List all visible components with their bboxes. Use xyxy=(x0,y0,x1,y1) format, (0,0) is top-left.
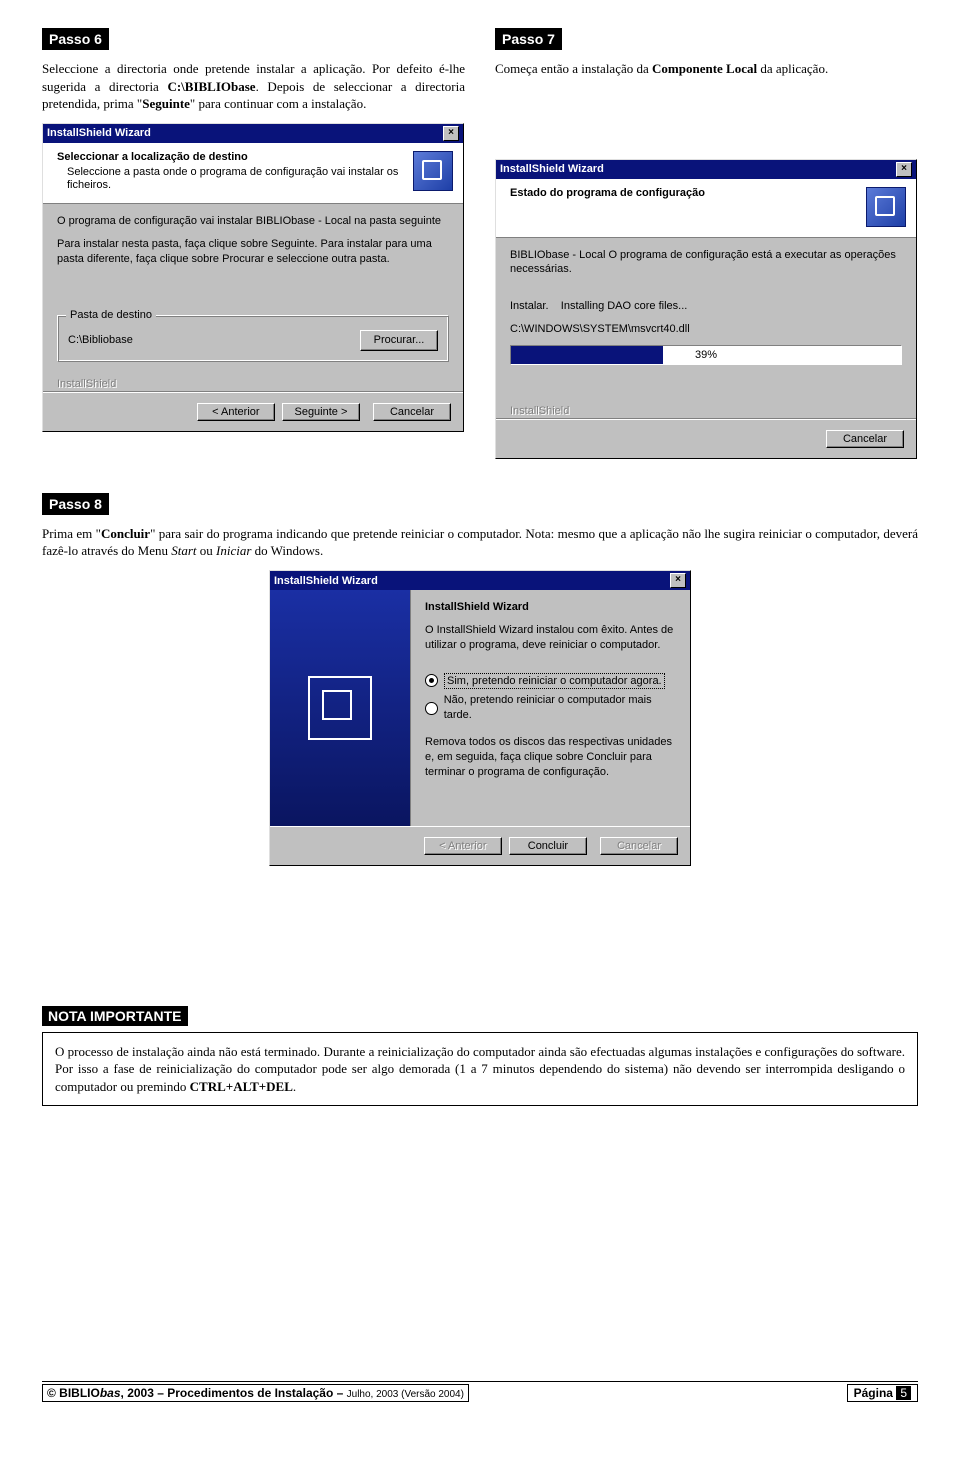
step-badge-7: Passo 7 xyxy=(495,28,562,50)
page-footer: © BIBLIObas, 2003 – Procedimentos de Ins… xyxy=(42,1381,918,1402)
dlg3-h1: InstallShield Wizard xyxy=(425,601,529,613)
titlebar: InstallShield Wizard × xyxy=(270,571,690,590)
dlg1-h1: Seleccionar a localização de destino xyxy=(57,151,405,163)
installer-side-graphic xyxy=(270,590,411,826)
step7-text: Começa então a instalação da Componente … xyxy=(495,60,918,78)
installer-icon xyxy=(413,151,453,191)
installer-icon xyxy=(866,187,906,227)
page-label: Página xyxy=(854,1386,897,1400)
dlg2-header: Estado do programa de configuração xyxy=(496,179,916,238)
dlg3-body: InstallShield Wizard O InstallShield Wiz… xyxy=(270,590,690,826)
browse-button[interactable]: Procurar... xyxy=(360,330,438,351)
cancel-button[interactable]: Cancelar xyxy=(373,403,451,421)
destination-groupbox: Pasta de destino C:\Bibliobase Procurar.… xyxy=(57,315,449,362)
step8-it1: Start xyxy=(171,543,196,558)
step-badge-6: Passo 6 xyxy=(42,28,109,50)
dlg1-h2: Seleccione a pasta onde o programa de co… xyxy=(67,166,405,194)
note-body1: O processo de instalação ainda não está … xyxy=(55,1044,905,1094)
copyright-suffix: , 2003 – Procedimentos de Instalação – xyxy=(121,1386,347,1400)
dlg2-install-status: Installing DAO core files... xyxy=(561,300,688,312)
groupbox-legend: Pasta de destino xyxy=(66,308,156,323)
opt1-label: Sim, pretendo reiniciar o computador ago… xyxy=(444,673,665,690)
note-bold: CTRL+ALT+DEL xyxy=(190,1079,293,1094)
finish-button[interactable]: Concluir xyxy=(509,837,587,855)
destination-path: C:\Bibliobase xyxy=(68,333,133,348)
close-icon[interactable]: × xyxy=(670,573,686,588)
cancel-button[interactable]: Cancelar xyxy=(826,430,904,448)
dlg2-main: BIBLIObase - Local O programa de configu… xyxy=(496,238,916,403)
dlg1-footer: < Anterior Seguinte > Cancelar xyxy=(43,392,463,431)
close-icon[interactable]: × xyxy=(443,126,459,141)
radio-icon xyxy=(425,674,438,687)
copyright-small: Julho, 2003 (Versão 2004) xyxy=(347,1389,464,1400)
step6-bold2: Seguinte xyxy=(142,96,190,111)
progress-percent: 39% xyxy=(511,346,901,364)
close-icon[interactable]: × xyxy=(896,162,912,177)
cancel-button: Cancelar xyxy=(600,837,678,855)
step7-p2: da aplicação. xyxy=(757,61,828,76)
back-button[interactable]: < Anterior xyxy=(197,403,275,421)
dlg2-file-path: C:\WINDOWS\SYSTEM\msvcrt40.dll xyxy=(510,322,902,337)
dlg1-main: O programa de configuração vai instalar … xyxy=(43,204,463,375)
note-title: NOTA IMPORTANTE xyxy=(42,1006,188,1026)
dlg3-p2: Remova todos os discos das respectivas u… xyxy=(425,735,676,780)
page-number: 5 xyxy=(896,1386,911,1400)
dlg1-title: InstallShield Wizard xyxy=(47,127,151,139)
brand-label: InstallShield xyxy=(496,403,916,419)
step-badge-8: Passo 8 xyxy=(42,493,109,515)
dlg2-title: InstallShield Wizard xyxy=(500,163,604,175)
step7-p1: Começa então a instalação da xyxy=(495,61,652,76)
step8-bold: Concluir xyxy=(101,526,150,541)
step6-p3: " para continuar com a instalação. xyxy=(190,96,366,111)
titlebar: InstallShield Wizard × xyxy=(496,160,916,179)
radio-restart-now[interactable]: Sim, pretendo reiniciar o computador ago… xyxy=(425,673,676,690)
back-button: < Anterior xyxy=(424,837,502,855)
step8-text: Prima em "Concluir" para sair do program… xyxy=(42,525,918,560)
dlg3-footer: < Anterior Concluir Cancelar xyxy=(270,826,690,865)
step8-p3: ou xyxy=(197,543,217,558)
radio-restart-later[interactable]: Não, pretendo reiniciar o computador mai… xyxy=(425,693,676,723)
installer-big-icon xyxy=(308,676,372,740)
progress-bar: 39% xyxy=(510,345,902,365)
opt2-label: Não, pretendo reiniciar o computador mai… xyxy=(444,693,676,723)
dialog-progress: InstallShield Wizard × Estado do program… xyxy=(495,159,917,459)
step8-it2: Iniciar xyxy=(216,543,251,558)
note-box: O processo de instalação ainda não está … xyxy=(42,1032,918,1107)
dlg3-title: InstallShield Wizard xyxy=(274,575,378,587)
step6-path: C:\BIBLIObase xyxy=(167,79,255,94)
dlg1-header: Seleccionar a localização de destino Sel… xyxy=(43,143,463,205)
step6-text: Seleccione a directoria onde pretende in… xyxy=(42,60,465,113)
dlg1-p2: Para instalar nesta pasta, faça clique s… xyxy=(57,237,449,267)
step8-p4: do Windows. xyxy=(251,543,323,558)
step7-bold: Componente Local xyxy=(652,61,757,76)
copyright-prefix: © BIBLIO xyxy=(47,1386,100,1400)
dialog-select-destination: InstallShield Wizard × Seleccionar a loc… xyxy=(42,123,464,432)
dlg1-p1: O programa de configuração vai instalar … xyxy=(57,214,449,229)
page-number-box: Página 5 xyxy=(847,1384,918,1402)
dlg3-p1: O InstallShield Wizard instalou com êxit… xyxy=(425,623,676,653)
dlg2-p1: BIBLIObase - Local O programa de configu… xyxy=(510,248,902,278)
next-button[interactable]: Seguinte > xyxy=(282,403,360,421)
titlebar: InstallShield Wizard × xyxy=(43,124,463,143)
dialog-finish: InstallShield Wizard × InstallShield Wiz… xyxy=(269,570,691,866)
dlg2-footer: Cancelar xyxy=(496,419,916,458)
copyright-italic: bas xyxy=(100,1386,121,1400)
copyright-box: © BIBLIObas, 2003 – Procedimentos de Ins… xyxy=(42,1384,469,1402)
dlg2-install-label: Instalar. xyxy=(510,300,549,312)
step8-p1: Prima em " xyxy=(42,526,101,541)
note-body2: . xyxy=(293,1079,296,1094)
dlg2-h1: Estado do programa de configuração xyxy=(510,187,858,199)
brand-label: InstallShield xyxy=(43,376,463,392)
radio-icon xyxy=(425,702,438,715)
